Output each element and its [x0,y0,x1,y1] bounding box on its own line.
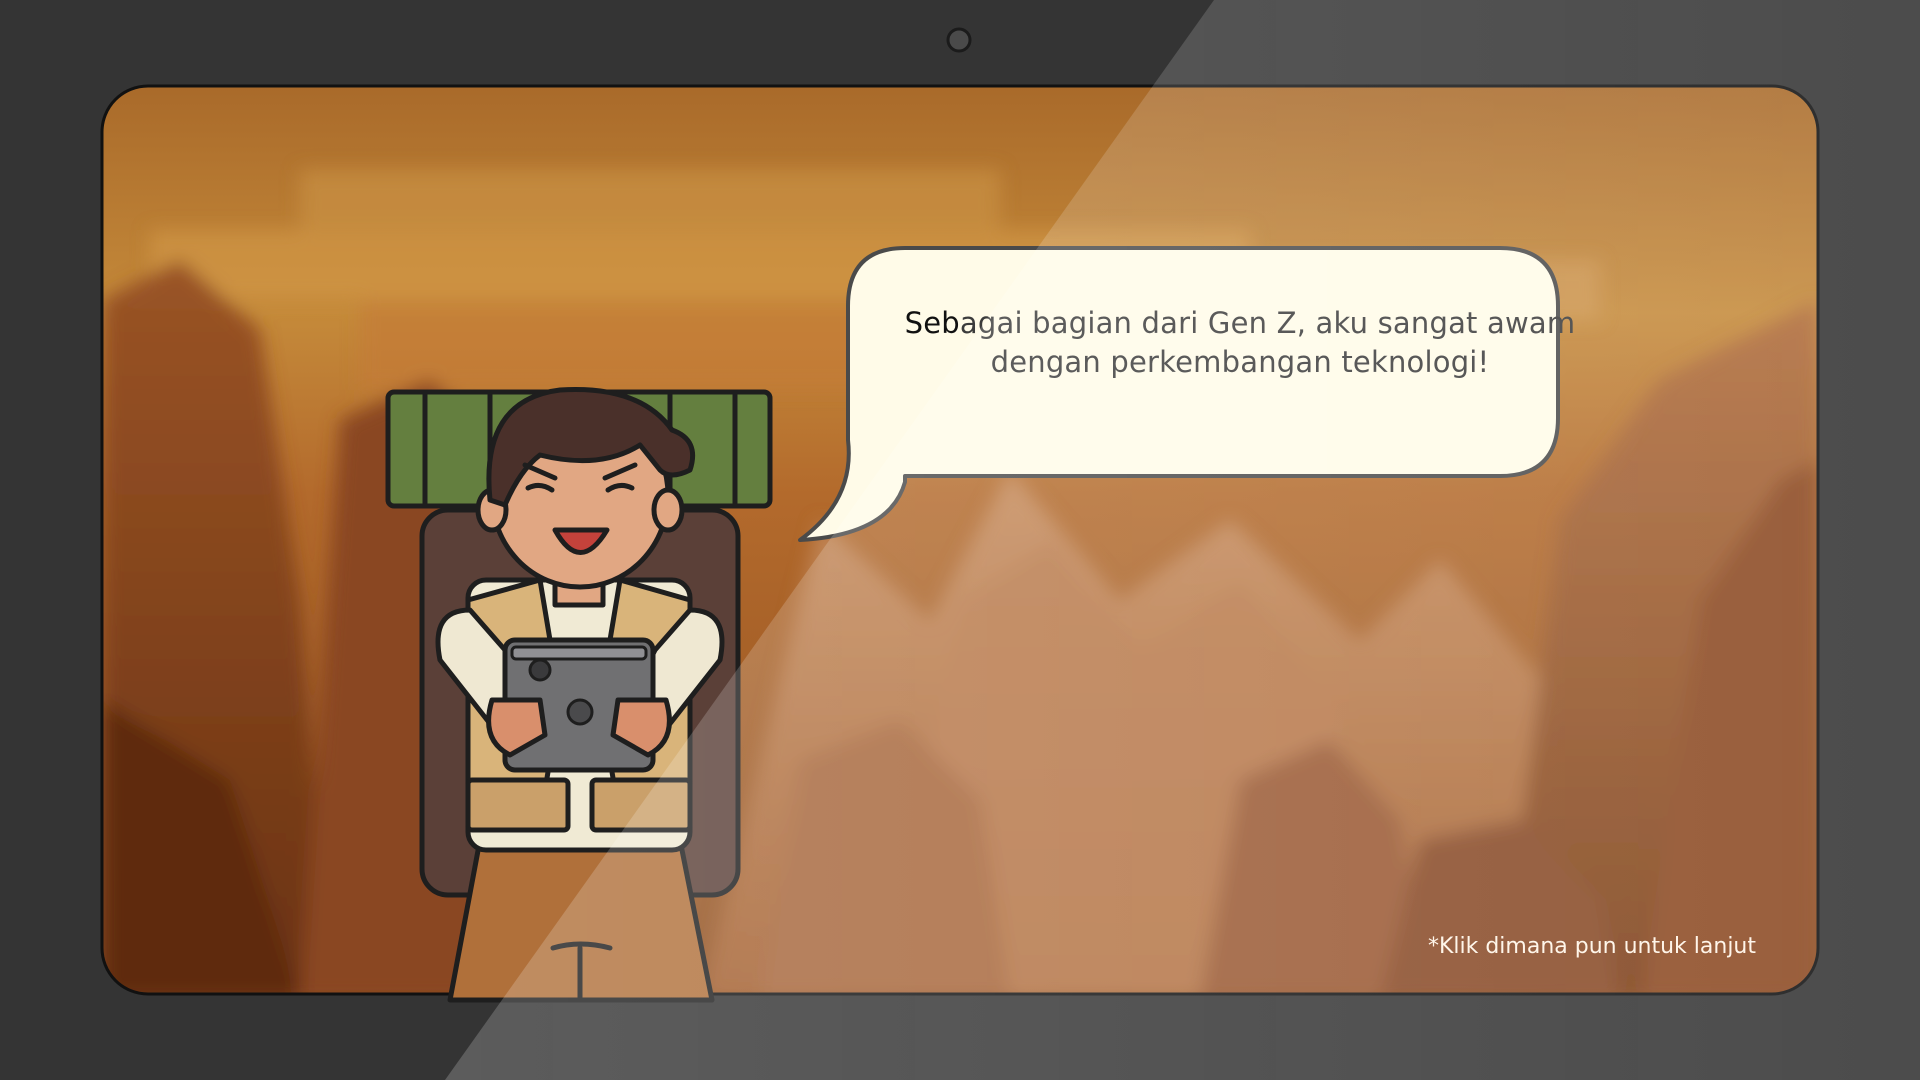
webcam-dot [946,27,972,53]
game-screen: Sebagai bagian dari Gen Z, aku sangat aw… [0,0,1920,1080]
click-to-continue-area[interactable] [102,86,1818,994]
